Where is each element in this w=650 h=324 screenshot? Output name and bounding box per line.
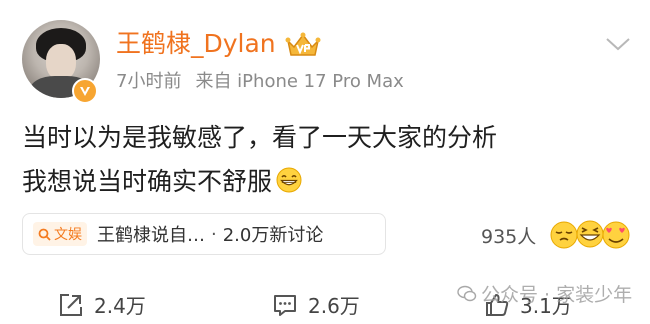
search-q-icon (38, 228, 51, 241)
comment-icon (274, 294, 296, 316)
post-text-line-2-text: 我想说当时确实不舒服 (22, 167, 273, 196)
topic-separator: · (211, 223, 217, 245)
topic-tag-label: 文娱 (54, 227, 82, 243)
topic-card[interactable]: 文娱 王鹤棣说自… · 2.0万新讨论 (22, 213, 386, 255)
reaction-count[interactable]: 935人 (481, 222, 536, 249)
heart-eyes-face-icon (602, 221, 630, 249)
reaction-emojis[interactable] (548, 218, 632, 250)
topic-category-tag: 文娱 (33, 222, 87, 246)
watermark: 公众号 · 家装少年 (457, 280, 632, 307)
author-name[interactable]: 王鹤棣_Dylan (116, 28, 276, 60)
post-time: 7小时前 (116, 71, 182, 92)
weibo-post-card: 王鹤棣_Dylan 7小时前 来自 iPhone 17 Pro Max 当时以为是… (0, 0, 650, 324)
post-meta: 7小时前 来自 iPhone 17 Pro Max (116, 70, 404, 94)
post-text-line-2: 我想说当时确实不舒服 (22, 160, 632, 204)
comment-button[interactable]: 2.6万 (272, 290, 360, 319)
wechat-icon (457, 285, 477, 301)
vip-crown-icon (285, 32, 321, 56)
avatar-face (46, 44, 76, 80)
topic-title: 王鹤棣说自… (97, 225, 205, 246)
grinning-squint-face-icon (576, 220, 604, 248)
grinning-face-icon (276, 167, 302, 193)
sleepy-face-icon (550, 221, 578, 249)
watermark-text: 公众号 · 家装少年 (481, 284, 633, 306)
chevron-down-icon[interactable] (604, 34, 632, 54)
post-source: 来自 iPhone 17 Pro Max (195, 71, 404, 92)
comment-count: 2.6万 (308, 294, 360, 318)
repost-icon (60, 293, 82, 316)
repost-button[interactable]: 2.4万 (58, 290, 146, 319)
post-content: 当时以为是我敏感了，看了一天大家的分析 我想说当时确实不舒服 (22, 116, 632, 204)
verified-badge-icon (72, 78, 98, 104)
post-text-line-1: 当时以为是我敏感了，看了一天大家的分析 (22, 123, 498, 152)
repost-count: 2.4万 (94, 294, 146, 318)
topic-discussion-count: 2.0万新讨论 (222, 225, 324, 246)
